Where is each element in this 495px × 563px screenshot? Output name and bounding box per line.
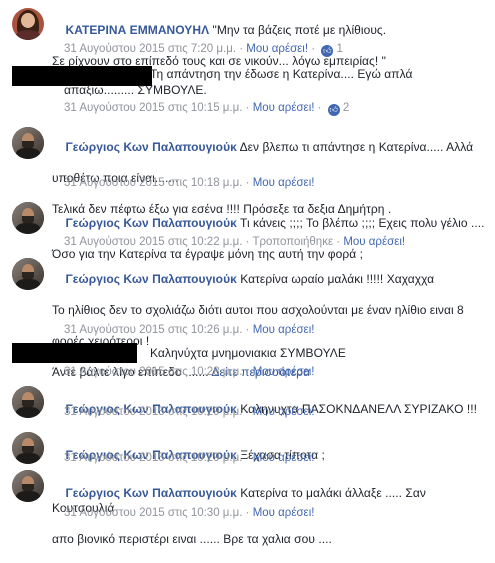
separator-dot: · (311, 43, 316, 55)
thumbs-up-icon: 👍︎ (327, 104, 340, 116)
comment-meta: 31 Αυγούστου 2015 στις 7:20 μ.μ. · Μου α… (64, 42, 343, 57)
like-button[interactable]: Μου αρέσει! (253, 177, 315, 189)
comment-meta: 31 Αυγούστου 2015 στις 10:15 μ.μ. · Μου … (64, 101, 349, 116)
separator-dot: · (245, 236, 250, 248)
comment-author[interactable]: Γεώργιος Κων Παλαπουγιούκ (66, 216, 237, 230)
avatar[interactable] (12, 432, 44, 464)
like-button[interactable]: Μου αρέσει! (253, 406, 315, 418)
comment-text: "Μην τα βάζεις ποτέ με ηλίθιους. (212, 22, 387, 37)
avatar[interactable] (12, 470, 44, 502)
comment-author[interactable]: Γεώργιος Κων Παλαπουγιούκ (66, 140, 237, 154)
comment-author[interactable]: Γεώργιος Κων Παλαπουγιούκ (66, 486, 237, 500)
separator-dot: · (245, 366, 250, 378)
comment-meta: 31 Αυγούστου 2015 στις 10:29 μ.μ. · Μου … (64, 451, 314, 465)
comment-meta: 31 Αυγούστου 2015 στις 10:29 μ.μ. · Μου … (64, 405, 314, 419)
avatar[interactable] (12, 8, 44, 40)
comment-text: απο βιονικό περιστέρι ειναι ...... Βρε τ… (52, 532, 332, 546)
separator-dot: · (245, 102, 250, 114)
separator-dot: · (245, 507, 250, 519)
avatar[interactable] (12, 202, 44, 234)
comment-text: Το ηλίθιος δεν το σχολιάζω διότι αυτοι π… (52, 302, 464, 317)
comment-meta: 31 Αυγούστου 2015 στις 10:22 μ.μ. · Τροπ… (64, 235, 405, 249)
like-count[interactable]: 2 (343, 102, 349, 114)
comment-author[interactable]: ΚΑΤΕΡΙΝΑ ΕΜΜΑΝΟΥΗΛ (66, 23, 210, 37)
comment-meta: 31 Αυγούστου 2015 στις 10:18 μ.μ. · Μου … (64, 176, 314, 190)
comment-text: Τη απάντηση την έδωσε η Κατερίνα.... Εγώ… (150, 67, 413, 81)
separator-dot: · (245, 177, 250, 189)
comment-meta: 31 Αυγούστου 2015 στις 10:30 μ.μ. · Μου … (64, 506, 314, 520)
avatar[interactable] (12, 127, 44, 159)
comment-text: απαξιω......... ΣΥΜΒΟΥΛΕ. (64, 83, 207, 97)
avatar[interactable] (12, 386, 44, 418)
avatar[interactable] (12, 258, 44, 290)
comment-meta: 31 Αυγούστου 2015 στις 10:28 μ.μ. · Μου … (64, 365, 314, 379)
timestamp[interactable]: 31 Αυγούστου 2015 στις 10:22 μ.μ. (64, 236, 242, 248)
like-button[interactable]: Μου αρέσει! (246, 43, 308, 55)
comment-author[interactable]: Γεώργιος Κων Παλαπουγιούκ (66, 272, 237, 286)
comment-text: Δεν βλεπω τι απάντησε η Κατερίνα..... Αλ… (239, 139, 474, 154)
timestamp[interactable]: 31 Αυγούστου 2015 στις 10:18 μ.μ. (64, 177, 242, 189)
timestamp[interactable]: 31 Αυγούστου 2015 στις 10:30 μ.μ. (64, 507, 242, 519)
comment-meta: 31 Αυγούστου 2015 στις 10:26 μ.μ. · Μου … (64, 323, 314, 337)
separator-dot: · (336, 236, 341, 248)
comment-text: Καληνύχτα μνημονιακια ΣΥΜΒΟΥΛΕ (150, 346, 346, 360)
comment-text: Τι κάνεις ;;;; Το βλέπω ;;;; Εχεις πολυ … (240, 215, 485, 230)
edited-label[interactable]: Τροποποιήθηκε (252, 236, 333, 248)
comment-text: Κατερίνα ωραίο μαλάκι !!!!! Χαχαχχα (240, 271, 435, 286)
separator-dot: · (317, 102, 322, 114)
like-button[interactable]: Μου αρέσει! (253, 102, 315, 114)
timestamp[interactable]: 31 Αυγούστου 2015 στις 10:29 μ.μ. (64, 406, 242, 418)
separator-dot: · (239, 43, 244, 55)
redacted-author (12, 343, 137, 363)
timestamp[interactable]: 31 Αυγούστου 2015 στις 10:28 μ.μ. (64, 366, 242, 378)
thumbs-up-icon: 👍︎ (321, 45, 334, 57)
timestamp[interactable]: 31 Αυγούστου 2015 στις 10:29 μ.μ. (64, 452, 242, 464)
separator-dot: · (245, 324, 250, 336)
timestamp[interactable]: 31 Αυγούστου 2015 στις 10:15 μ.μ. (64, 102, 242, 114)
like-count[interactable]: 1 (337, 43, 343, 55)
like-button[interactable]: Μου αρέσει! (253, 507, 315, 519)
timestamp[interactable]: 31 Αυγούστου 2015 στις 10:26 μ.μ. (64, 324, 242, 336)
like-button[interactable]: Μου αρέσει! (343, 236, 405, 248)
like-button[interactable]: Μου αρέσει! (253, 366, 315, 378)
like-button[interactable]: Μου αρέσει! (253, 452, 315, 464)
separator-dot: · (245, 452, 250, 464)
separator-dot: · (245, 406, 250, 418)
like-button[interactable]: Μου αρέσει! (253, 324, 315, 336)
timestamp[interactable]: 31 Αυγούστου 2015 στις 7:20 μ.μ. (64, 43, 236, 55)
